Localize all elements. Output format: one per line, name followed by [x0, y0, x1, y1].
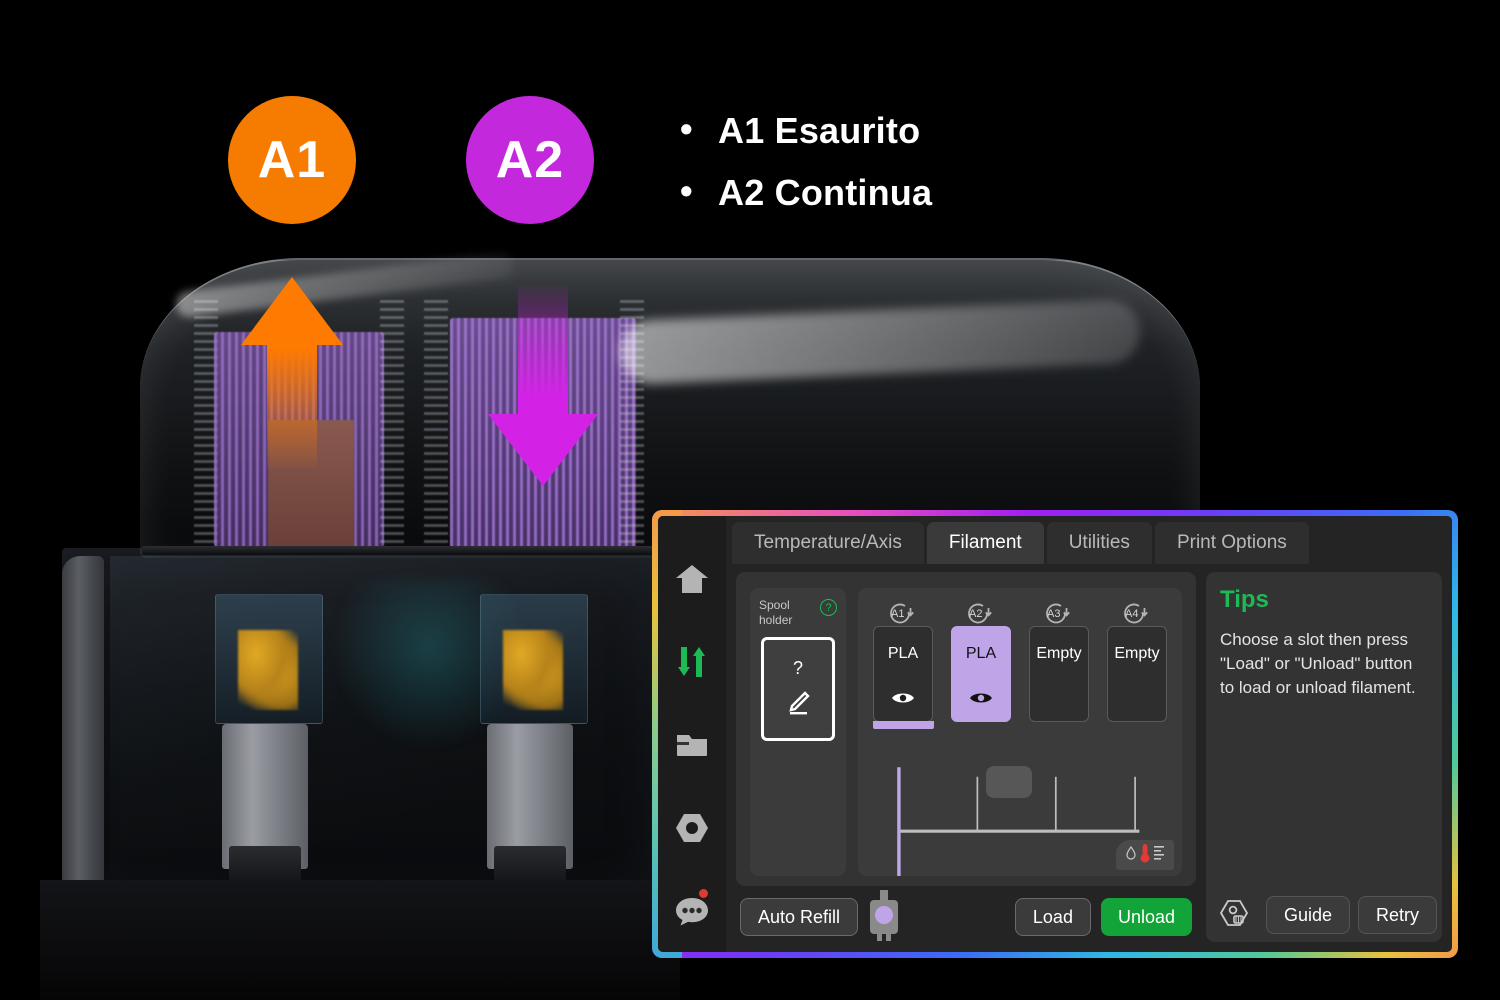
printer-touchscreen-panel: Temperature/Axis Filament Utilities Prin…	[652, 510, 1458, 958]
printer-left-post	[62, 556, 104, 896]
svg-text:A3: A3	[1047, 608, 1060, 620]
slot-a2-tag: A2	[961, 600, 1001, 626]
slot-a4-material: Empty	[1114, 645, 1160, 662]
callout-list: A1 Esaurito A2 Continua	[672, 98, 1192, 224]
slot-a3-box[interactable]: Empty	[1029, 626, 1089, 722]
tab-filament[interactable]: Filament	[926, 522, 1044, 564]
spool-holder-card: Spool holder ? ?	[750, 588, 846, 876]
gear-stack-left	[238, 630, 298, 710]
a2-down-arrow	[518, 286, 568, 426]
badge-a1: A1	[228, 96, 356, 224]
slot-a1[interactable]: A1 PLA	[872, 600, 934, 729]
badge-a2-label: A2	[495, 131, 565, 189]
eye-icon[interactable]	[891, 691, 915, 710]
spool-holder-label: Spool holder	[759, 598, 793, 627]
slot-row: A1 PLA A2 PLA A3 Empty A4 Empty	[872, 600, 1168, 729]
pencil-icon[interactable]	[785, 691, 811, 720]
slot-a4-tag: A4	[1117, 600, 1157, 626]
callout-item: A1 Esaurito	[672, 98, 1192, 162]
tab-print-options[interactable]: Print Options	[1154, 522, 1309, 564]
filament-sliders-icon	[675, 645, 709, 679]
extruder-nozzle-icon	[864, 890, 904, 944]
slot-a2-material: PLA	[965, 645, 997, 662]
tab-content-filament: Spool holder ? ? A1 PLA A2 PLA A3 Empty …	[726, 564, 1452, 952]
dome-ribbing	[424, 300, 448, 545]
retry-button[interactable]: Retry	[1358, 896, 1438, 934]
filament-hub	[986, 766, 1032, 798]
sidebar-item-filament[interactable]	[658, 621, 726, 704]
unload-button[interactable]: Unload	[1100, 898, 1192, 936]
slot-a4[interactable]: A4 Empty	[1106, 600, 1168, 722]
sidebar-item-home[interactable]	[658, 538, 726, 621]
main-area: Temperature/Axis Filament Utilities Prin…	[726, 516, 1452, 952]
sidebar-item-nozzle[interactable]	[658, 786, 726, 869]
spool-holder-slot[interactable]: ?	[761, 637, 835, 741]
filament-left-column: Spool holder ? ? A1 PLA A2 PLA A3 Empty …	[736, 572, 1196, 942]
slot-a2[interactable]: A2 PLA	[950, 600, 1012, 722]
eye-icon[interactable]	[969, 691, 993, 710]
auto-refill-button[interactable]: Auto Refill	[740, 898, 859, 936]
folder-icon	[676, 732, 708, 758]
filament-diagram-card: Spool holder ? ? A1 PLA A2 PLA A3 Empty …	[736, 572, 1196, 886]
slot-a3-material: Empty	[1036, 645, 1082, 662]
badge-a2: A2	[466, 96, 594, 224]
tab-utilities[interactable]: Utilities	[1046, 522, 1152, 564]
sidebar-item-messages[interactable]	[658, 869, 726, 952]
tab-temperature-axis[interactable]: Temperature/Axis	[732, 522, 924, 564]
tips-panel: Tips Choose a slot then press "Load" or …	[1206, 572, 1442, 942]
filament-action-bar: Auto Refill Load Unload	[736, 886, 1196, 942]
gear-stack-right	[503, 630, 563, 710]
temperature-scale-icon	[1153, 844, 1165, 867]
slot-a1-material: PLA	[887, 645, 919, 662]
nozzle-settings-icon[interactable]	[1219, 899, 1250, 932]
guide-button[interactable]: Guide	[1266, 896, 1351, 934]
chat-bubble-icon	[675, 896, 709, 926]
svg-text:A2: A2	[969, 608, 982, 620]
badge-a1-label: A1	[257, 131, 327, 189]
slot-a2-box[interactable]: PLA	[951, 626, 1011, 722]
printer-base	[40, 880, 680, 1000]
sidebar-item-files[interactable]	[658, 704, 726, 787]
slot-a1-box[interactable]: PLA	[872, 626, 934, 729]
sidebar	[658, 516, 726, 952]
callout-item: A2 Continua	[672, 160, 1192, 224]
home-icon	[675, 564, 709, 594]
thermometer-icon	[1139, 843, 1151, 868]
ams-slots-card: A1 PLA A2 PLA A3 Empty A4 Empty	[858, 588, 1182, 876]
svg-text:A1: A1	[891, 608, 904, 620]
a1-up-arrow-head	[241, 277, 343, 345]
humidity-drop-icon	[1125, 845, 1136, 865]
slot-a1-filament-indicator	[872, 721, 934, 729]
dome-ribbing	[380, 300, 404, 545]
tips-body: Choose a slot then press "Load" or "Unlo…	[1220, 630, 1416, 698]
slot-a1-tag: A1	[883, 600, 923, 626]
svg-text:A4: A4	[1125, 608, 1138, 620]
tips-footer: Guide Retry	[1219, 890, 1438, 934]
a2-down-arrow-head	[488, 414, 598, 486]
slot-a3[interactable]: A3 Empty	[1028, 600, 1090, 722]
slot-a4-box[interactable]: Empty	[1107, 626, 1167, 722]
help-icon[interactable]: ?	[820, 599, 837, 616]
tips-title: Tips	[1220, 586, 1269, 613]
hex-nut-icon	[675, 813, 709, 843]
slot-a3-tag: A3	[1039, 600, 1079, 626]
chamber-temperature-indicator[interactable]	[1116, 840, 1174, 870]
tab-bar: Temperature/Axis Filament Utilities Prin…	[726, 516, 1452, 564]
spool-holder-value: ?	[792, 658, 803, 678]
load-button[interactable]: Load	[1014, 898, 1091, 936]
